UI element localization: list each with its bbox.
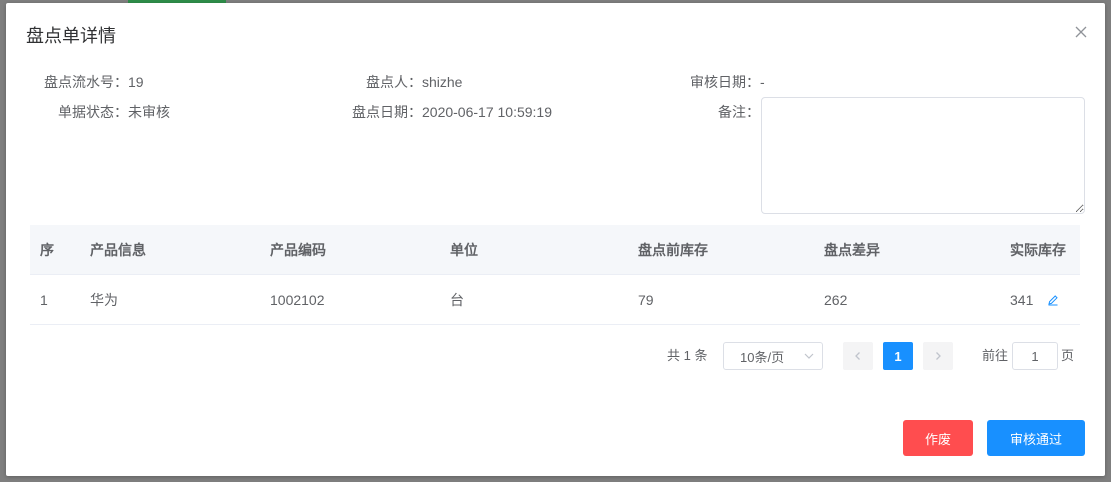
counter-value: shizhe: [422, 74, 463, 90]
close-icon: [1075, 26, 1087, 38]
column-header: 盘点前库存: [638, 241, 708, 258]
serial-label: 盘点流水号：: [44, 74, 128, 90]
status-label: 单据状态：: [58, 104, 128, 120]
count-date-value: 2020-06-17 10:59:19: [422, 104, 552, 120]
remark-field: 备注：: [656, 102, 760, 122]
inventory-table: 序 产品信息 产品编码 单位 盘点前库存 盘点差异 实际库存 1 华为 1002…: [30, 225, 1080, 325]
status-value: 未审核: [128, 104, 170, 120]
inventory-detail-dialog: 盘点单详情 盘点流水号： 19 盘点人： shizhe 审核日期： - 单据状态…: [6, 3, 1105, 476]
goto-label: 前往: [982, 348, 1009, 363]
counter-field: 盘点人： shizhe: [336, 72, 462, 92]
product-info: 华为: [90, 291, 118, 308]
actual-stock-cell: 341: [1000, 292, 1080, 308]
product-code: 1002102: [270, 291, 325, 308]
chevron-right-icon: [936, 352, 941, 360]
chevron-down-icon: [804, 353, 814, 359]
close-button[interactable]: [1071, 22, 1091, 42]
count-date-label: 盘点日期：: [352, 104, 422, 120]
audit-date-label: 审核日期：: [690, 74, 760, 90]
next-page-button[interactable]: [923, 342, 953, 370]
unit: 台: [450, 291, 464, 308]
page-size-value: 10条/页: [740, 349, 785, 365]
column-header: 实际库存: [1010, 241, 1066, 258]
approve-button[interactable]: 审核通过: [987, 420, 1085, 456]
counter-label: 盘点人：: [366, 74, 422, 90]
audit-date-field: 审核日期： -: [656, 72, 765, 92]
void-button[interactable]: 作废: [903, 420, 973, 456]
column-header: 盘点差异: [824, 241, 880, 258]
remark-textarea[interactable]: [761, 97, 1085, 214]
audit-date-value: -: [760, 74, 765, 90]
column-header: 单位: [450, 241, 478, 258]
status-field: 单据状态： 未审核: [20, 102, 170, 122]
goto-suffix: 页: [1061, 348, 1075, 363]
pre-count-stock: 79: [638, 291, 654, 308]
chevron-left-icon: [855, 352, 860, 360]
table-row: 1 华为 1002102 台 79 262 341: [30, 275, 1080, 325]
page-number-button[interactable]: 1: [883, 342, 913, 370]
table-header: 序 产品信息 产品编码 单位 盘点前库存 盘点差异 实际库存: [30, 225, 1080, 275]
column-header: 序: [40, 241, 54, 258]
actual-stock: 341: [1010, 291, 1034, 308]
edit-pencil-icon[interactable]: [1047, 294, 1059, 306]
row-index: 1: [40, 291, 48, 308]
column-header: 产品信息: [90, 241, 146, 258]
serial-value: 19: [128, 74, 144, 90]
count-difference: 262: [824, 291, 848, 308]
remark-label: 备注：: [718, 104, 760, 120]
dialog-title: 盘点单详情: [26, 26, 116, 46]
serial-field: 盘点流水号： 19: [20, 72, 144, 92]
column-header: 产品编码: [270, 241, 326, 258]
prev-page-button[interactable]: [843, 342, 873, 370]
goto-page-input[interactable]: [1012, 342, 1058, 370]
page-size-select[interactable]: 10条/页: [723, 342, 823, 370]
pagination-total: 共 1 条: [667, 348, 708, 363]
count-date-field: 盘点日期： 2020-06-17 10:59:19: [336, 102, 552, 122]
